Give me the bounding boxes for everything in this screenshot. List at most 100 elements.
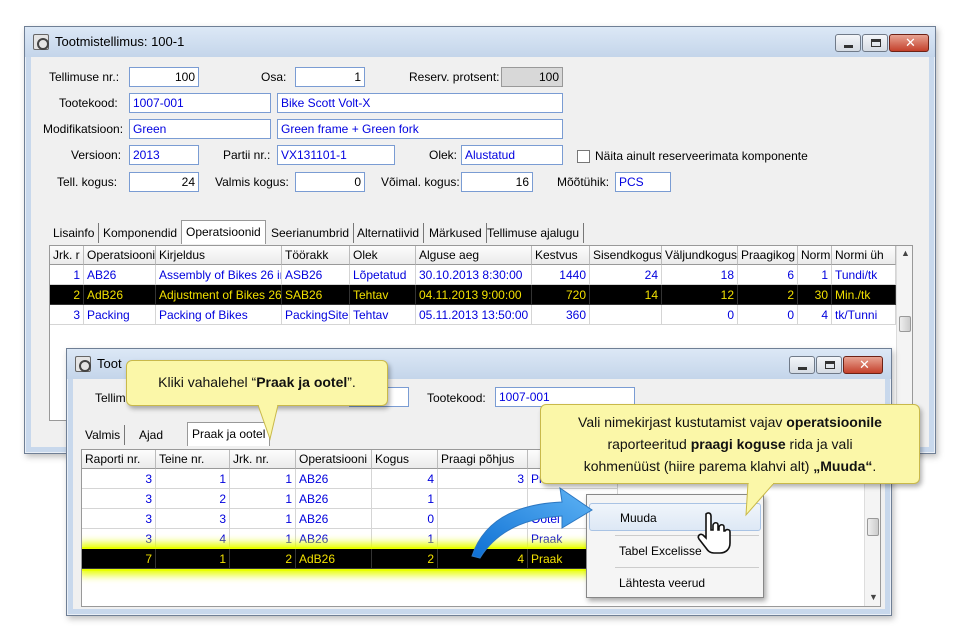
operations-grid-scrollbar[interactable]: ▲ xyxy=(896,246,912,420)
grid-cell: AdB26 xyxy=(84,285,156,305)
grid-cell: 24 xyxy=(590,265,662,285)
grid-cell: AB26 xyxy=(296,469,372,489)
grid-header[interactable]: Operatsiooni l xyxy=(296,450,372,469)
callout-tab-hint-post: ”. xyxy=(347,374,356,390)
naita-checkbox[interactable] xyxy=(577,150,590,163)
callout-menu-hint-3c: . xyxy=(872,458,877,474)
callout-tab-hint: Kliki vahalehel “Praak ja ootel”. xyxy=(126,360,388,406)
grid-header[interactable]: Kirjeldus xyxy=(156,246,282,265)
mootuhik-label: Mõõtühik: xyxy=(557,175,610,189)
tab-ajad[interactable]: Ajad xyxy=(135,425,167,445)
maximize-button[interactable] xyxy=(816,356,842,374)
grid-cell: 18 xyxy=(662,265,738,285)
tellimuse-nr-field[interactable]: 100 xyxy=(129,67,199,87)
grid-cell: 3 xyxy=(82,489,156,509)
tab-tellimuse-ajalugu[interactable]: Tellimuse ajalugu xyxy=(483,223,585,243)
tootekood-field[interactable]: 1007-001 xyxy=(129,93,271,113)
scroll-down-arrow-icon[interactable]: ▼ xyxy=(869,592,878,602)
grid-header[interactable]: Praagi põhjus xyxy=(438,450,528,469)
grid-header[interactable]: Sisendkogus xyxy=(590,246,662,265)
tootekood-desc-field[interactable]: Bike Scott Volt-X xyxy=(277,93,563,113)
menu-item-tabel-excelisse[interactable]: Tabel Excelisse xyxy=(589,537,761,565)
versioon-label: Versioon: xyxy=(71,148,122,162)
versioon-field[interactable]: 2013 xyxy=(129,145,199,165)
modifikatsioon-field[interactable]: Green xyxy=(129,119,271,139)
tab-valmis[interactable]: Valmis xyxy=(81,425,126,445)
olek-field[interactable]: Alustatud xyxy=(461,145,563,165)
grid-cell: 30 xyxy=(798,285,832,305)
grid-cell: 2 xyxy=(156,489,230,509)
grid-header[interactable]: Väljundkogus xyxy=(662,246,738,265)
tab-lisainfo[interactable]: Lisainfo xyxy=(49,223,100,243)
reserv-label: Reserv. protsent: xyxy=(409,70,500,84)
menu-separator xyxy=(615,567,759,568)
callout-tab-pointer xyxy=(257,405,279,441)
grid-cell: PackingSite xyxy=(282,305,350,325)
grid-cell: 14 xyxy=(590,285,662,305)
grid-header[interactable]: Operatsiooni xyxy=(84,246,156,265)
grid-header[interactable]: Kogus xyxy=(372,450,438,469)
tab-komponendid[interactable]: Komponendid xyxy=(99,223,183,243)
tab-markused[interactable]: Märkused xyxy=(425,223,487,243)
grid-header[interactable]: Alguse aeg xyxy=(416,246,532,265)
valmis-kogus-field[interactable]: 0 xyxy=(295,172,365,192)
reserv-field: 100 xyxy=(501,67,563,87)
grid-cell: tk/Tunni xyxy=(832,305,896,325)
grid-cell: Packing xyxy=(84,305,156,325)
grid-cell: 2 xyxy=(50,285,84,305)
close-button[interactable]: ✕ xyxy=(889,34,929,52)
close-button[interactable]: ✕ xyxy=(843,356,883,374)
modifikatsioon-label: Modifikatsioon: xyxy=(43,122,124,136)
grid-cell: Packing of Bikes xyxy=(156,305,282,325)
osa-label: Osa: xyxy=(261,70,287,84)
scroll-up-arrow-icon[interactable]: ▲ xyxy=(901,248,910,258)
grid-header[interactable]: Kestvus xyxy=(532,246,590,265)
osa-field[interactable]: 1 xyxy=(295,67,365,87)
scroll-thumb[interactable] xyxy=(867,518,879,536)
grid-cell: 1 xyxy=(156,469,230,489)
grid-cell: 1 xyxy=(372,489,438,509)
grid-cell: 2 xyxy=(738,285,798,305)
grid-header[interactable]: Raporti nr. xyxy=(82,450,156,469)
grid-header[interactable]: Normi üh xyxy=(832,246,896,265)
callout-tab-hint-pre: Kliki vahalehel “ xyxy=(158,374,257,390)
tab-alternatiivid[interactable]: Alternatiivid xyxy=(353,223,425,243)
grid-cell: 2 xyxy=(230,549,296,569)
valmis-kogus-label: Valmis kogus: xyxy=(215,175,289,189)
context-menu: Muuda Tabel Excelisse Lähtesta veerud xyxy=(586,494,764,598)
grid-cell: 3 xyxy=(82,529,156,549)
grid-header[interactable]: Olek xyxy=(350,246,416,265)
callout-menu-hint-1b: operatsioonile xyxy=(786,414,882,430)
grid-header[interactable]: Jrk. nr. xyxy=(230,450,296,469)
menu-item-lahtesta-veerud[interactable]: Lähtesta veerud xyxy=(589,569,761,597)
mootuhik-field[interactable]: PCS xyxy=(615,172,671,192)
sub-tellimus-label: Tellim xyxy=(95,391,126,405)
partii-field[interactable]: VX131101-1 xyxy=(277,145,395,165)
grid-cell: 2 xyxy=(372,549,438,569)
grid-cell: 0 xyxy=(372,509,438,529)
grid-header[interactable]: Teine nr. xyxy=(156,450,230,469)
modifikatsioon-desc-field[interactable]: Green frame + Green fork xyxy=(277,119,563,139)
grid-cell: 05.11.2013 13:50:00 xyxy=(416,305,532,325)
grid-cell: AB26 xyxy=(296,529,372,549)
grid-header[interactable]: Norm xyxy=(798,246,832,265)
maximize-button[interactable] xyxy=(862,34,888,52)
voimal-kogus-field[interactable]: 16 xyxy=(461,172,533,192)
grid-cell: AB26 xyxy=(84,265,156,285)
grid-cell: 720 xyxy=(532,285,590,305)
main-titlebar[interactable]: Tootmistellimus: 100-1 ✕ xyxy=(25,27,935,57)
tab-seerianumbrid[interactable]: Seerianumbrid xyxy=(267,223,355,243)
grid-cell: 1 xyxy=(230,469,296,489)
minimize-button[interactable] xyxy=(789,356,815,374)
tell-kogus-field[interactable]: 24 xyxy=(129,172,199,192)
tab-operatsioonid[interactable]: Operatsioonid xyxy=(181,220,266,244)
tootekood-label: Tootekood: xyxy=(59,96,118,110)
minimize-button[interactable] xyxy=(835,34,861,52)
grid-header[interactable]: Töörakk xyxy=(282,246,350,265)
menu-item-muuda[interactable]: Muuda xyxy=(589,503,761,531)
grid-cell: 3 xyxy=(50,305,84,325)
grid-header[interactable]: Jrk. r xyxy=(50,246,84,265)
close-icon: ✕ xyxy=(905,35,916,50)
scroll-thumb[interactable] xyxy=(899,316,911,332)
grid-header[interactable]: Praagikog xyxy=(738,246,798,265)
